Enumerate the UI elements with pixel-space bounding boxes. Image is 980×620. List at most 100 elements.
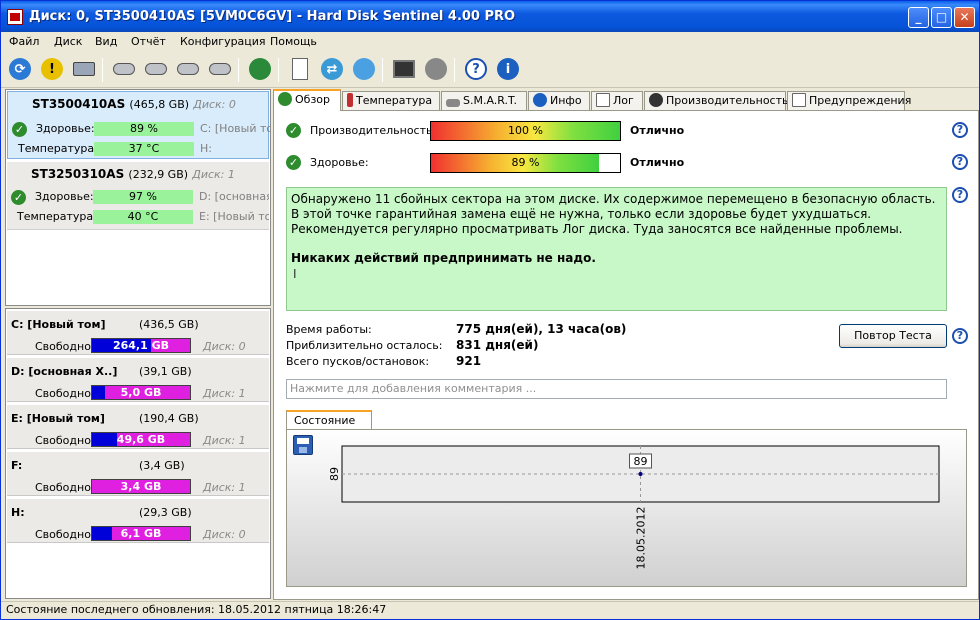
warning-icon[interactable]: ! [38, 55, 66, 83]
tab-alerts[interactable]: Предупреждения [787, 91, 911, 111]
disk-card-1[interactable]: ST3250310AS (232,9 GB) Диск: 1 ✓ Здоровь… [7, 162, 269, 230]
sync-icon[interactable]: ⇄ [318, 55, 346, 83]
info-icon[interactable]: i [494, 55, 522, 83]
overview-panel: ✓ Производительность: 100 % Отлично ? ✓ … [273, 110, 979, 600]
free-label: Свободно [35, 481, 91, 494]
message-line: В этой точке гарантийная замена ещё не н… [291, 207, 872, 221]
disk-0-health-value: 89 % [94, 122, 194, 136]
tab-log[interactable]: Лог [591, 91, 643, 111]
close-button[interactable]: ✕ [954, 7, 975, 28]
toolbar: ⟳ ! ⇄ ? i [1, 52, 979, 88]
globe-icon[interactable] [246, 55, 274, 83]
health-chart-section: Состояние (%) 89 89 18.05.2012 [286, 407, 967, 587]
partition-disk: Диск: 1 [203, 481, 246, 494]
partition-disk: Диск: 1 [203, 434, 246, 447]
chart-area: 89 89 18.05.2012 [286, 429, 967, 587]
retest-button[interactable]: Повтор Теста [839, 324, 947, 348]
perf-ok-icon: ✓ [286, 123, 301, 138]
partition-name: H: [11, 506, 25, 519]
tab-strip: Обзор Температура S.M.A.R.T. Инфо Лог Пр… [273, 89, 979, 111]
message-help-icon[interactable]: ? [952, 187, 968, 203]
disk-card-0[interactable]: ST3500410AS (465,8 GB) Диск: 0 ✓ Здоровь… [7, 91, 270, 159]
partition-name: F: [11, 459, 23, 472]
tab-overview[interactable]: Обзор [273, 89, 341, 111]
health-help-icon[interactable]: ? [952, 154, 968, 170]
menu-file[interactable]: Файл [9, 35, 39, 48]
disk-0-volume-2: H: [200, 142, 212, 155]
message-line: Рекомендуется регулярно просматривать Ло… [291, 222, 903, 236]
health-ok-icon: ✓ [286, 155, 301, 170]
disk-drive-icon[interactable] [70, 55, 98, 83]
app-icon [7, 9, 23, 25]
title-bar: Диск: 0, ST3500410AS [5VM0C6GV] - Hard D… [1, 1, 979, 32]
disk-0-volume-1: C: [Новый том [200, 122, 270, 135]
perf-gauge: 100 % [430, 121, 621, 141]
message-bold: Никаких действий предпринимать не надо. [291, 251, 596, 265]
partition-item[interactable]: F: (3,4 GB) Свободно 3,4 GB Диск: 1 [7, 452, 269, 496]
disk-1-volume-1: D: [основная [199, 190, 269, 203]
refresh-icon[interactable]: ⟳ [6, 55, 34, 83]
disk-1-volume-2: E: [Новый том [199, 210, 269, 223]
remaining-value: 831 дня(ей) [456, 338, 539, 352]
tab-performance[interactable]: Производительность [644, 91, 789, 111]
disk-refresh-icon[interactable] [142, 55, 170, 83]
status-bar: Состояние последнего обновления: 18.05.2… [1, 601, 979, 619]
speaker-icon[interactable] [422, 55, 450, 83]
disk-0-temp-label: Температура: [18, 142, 98, 155]
gauge-icon [649, 93, 663, 107]
partition-item[interactable]: H: (29,3 GB) Свободно 6,1 GB Диск: 0 [7, 499, 269, 543]
partition-name: D: [основная X..] [11, 365, 118, 378]
partition-size: (29,3 GB) [139, 506, 192, 519]
perf-help-icon[interactable]: ? [952, 122, 968, 138]
disk-test-icon[interactable] [110, 55, 138, 83]
health-label: Здоровье: [310, 156, 369, 169]
tab-smart[interactable]: S.M.A.R.T. [441, 91, 527, 111]
comment-input[interactable]: Нажмите для добавления комментария ... [286, 379, 947, 399]
partition-item[interactable]: C: [Новый том] (436,5 GB) Свободно 264,1… [7, 311, 269, 355]
x-tick-label: 18.05.2012 [634, 507, 647, 570]
alerts-icon [792, 93, 806, 107]
disk-ok-icon[interactable] [174, 55, 202, 83]
menu-config[interactable]: Конфигурация [180, 35, 266, 48]
partition-list: C: [Новый том] (436,5 GB) Свободно 264,1… [5, 308, 271, 599]
perf-value: 100 % [508, 124, 543, 137]
minimize-button[interactable]: _ [908, 7, 929, 28]
partition-item[interactable]: D: [основная X..] (39,1 GB) Свободно 5,0… [7, 358, 269, 402]
partition-item[interactable]: E: [Новый том] (190,4 GB) Свободно 49,6 … [7, 405, 269, 449]
free-space-value: 5,0 GB [120, 386, 162, 399]
free-label: Свободно [35, 387, 91, 400]
free-label: Свободно [35, 434, 91, 447]
partition-disk: Диск: 1 [203, 387, 246, 400]
disk-1-temp-label: Температура: [17, 210, 97, 223]
monitor-icon[interactable] [390, 55, 418, 83]
menu-view[interactable]: Вид [95, 35, 117, 48]
help-icon[interactable]: ? [462, 55, 490, 83]
menu-disk[interactable]: Диск [54, 35, 82, 48]
disk-search-icon[interactable] [206, 55, 234, 83]
log-icon [596, 93, 610, 107]
network-icon[interactable] [350, 55, 378, 83]
disk-0-ok-icon: ✓ [12, 122, 27, 137]
perf-label: Производительность: [310, 124, 437, 137]
free-space-value: 3,4 GB [120, 480, 162, 493]
free-space-bar: 6,1 GB [91, 526, 191, 541]
tab-temperature[interactable]: Температура [342, 91, 440, 111]
maximize-button[interactable]: □ [931, 7, 952, 28]
save-icon[interactable] [293, 435, 313, 455]
disk-1-ok-icon: ✓ [11, 190, 26, 205]
y-tick-label: 89 [328, 467, 341, 481]
retest-help-icon[interactable]: ? [952, 328, 968, 344]
health-gauge: 89 % [430, 153, 621, 173]
data-point [638, 472, 643, 476]
report-icon[interactable] [286, 55, 314, 83]
menu-help[interactable]: Помощь [270, 35, 317, 48]
free-space-value: 49,6 GB [116, 433, 166, 446]
app-window: Диск: 0, ST3500410AS [5VM0C6GV] - Hard D… [0, 0, 980, 620]
tab-info[interactable]: Инфо [528, 91, 590, 111]
partition-name: C: [Новый том] [11, 318, 106, 331]
chart-tab-health[interactable]: Состояние (%) [286, 410, 372, 444]
partition-size: (39,1 GB) [139, 365, 192, 378]
uptime-label: Время работы: [286, 323, 372, 336]
menu-report[interactable]: Отчёт [131, 35, 166, 48]
health-message: Обнаружено 11 сбойных сектора на этом ди… [286, 187, 947, 311]
